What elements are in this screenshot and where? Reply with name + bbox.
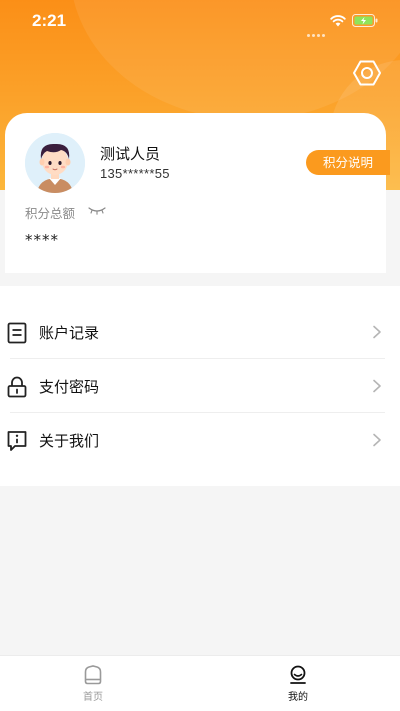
menu-item-label: 关于我们 [39,432,100,450]
home-icon [84,665,102,685]
info-icon [7,431,27,451]
eye-closed-icon[interactable] [88,206,106,216]
wifi-icon [330,15,346,27]
battery-icon [352,14,378,27]
tab-mine[interactable]: 我的 [238,656,358,711]
menu-item-payment-password[interactable]: 支付密码 [0,359,400,413]
user-phone: 135******55 [100,166,170,181]
status-bar: 2:21 [0,0,400,44]
menu-item-account-records[interactable]: 账户记录 [0,305,400,359]
points-value: **** [25,231,59,249]
tab-home[interactable]: 首页 [33,656,153,711]
avatar-image [25,133,85,193]
menu-item-label: 支付密码 [39,378,100,396]
user-icon [290,665,306,684]
tab-label: 首页 [83,692,103,703]
menu-item-about-us[interactable]: 关于我们 [0,413,400,467]
points-explain-button[interactable]: 积分说明 [306,150,390,175]
settings-icon[interactable] [353,59,381,87]
user-name: 测试人员 [100,145,161,163]
menu-item-label: 账户记录 [39,324,100,342]
points-total-label: 积分总额 [25,206,76,221]
signal-icon [307,22,327,37]
document-icon [7,322,27,344]
profile-card: 测试人员 135******55 积分说明 积分总额 **** [5,113,390,273]
tab-label: 我的 [288,692,308,703]
chevron-right-icon [373,433,381,447]
chevron-right-icon [373,379,381,393]
avatar[interactable] [25,133,85,193]
chevron-right-icon [373,325,381,339]
status-time: 2:21 [32,11,67,30]
lock-icon [7,376,27,398]
tab-bar: 首页 我的 [0,655,400,711]
menu-list: 账户记录 支付密码 关于我们 [0,286,400,486]
